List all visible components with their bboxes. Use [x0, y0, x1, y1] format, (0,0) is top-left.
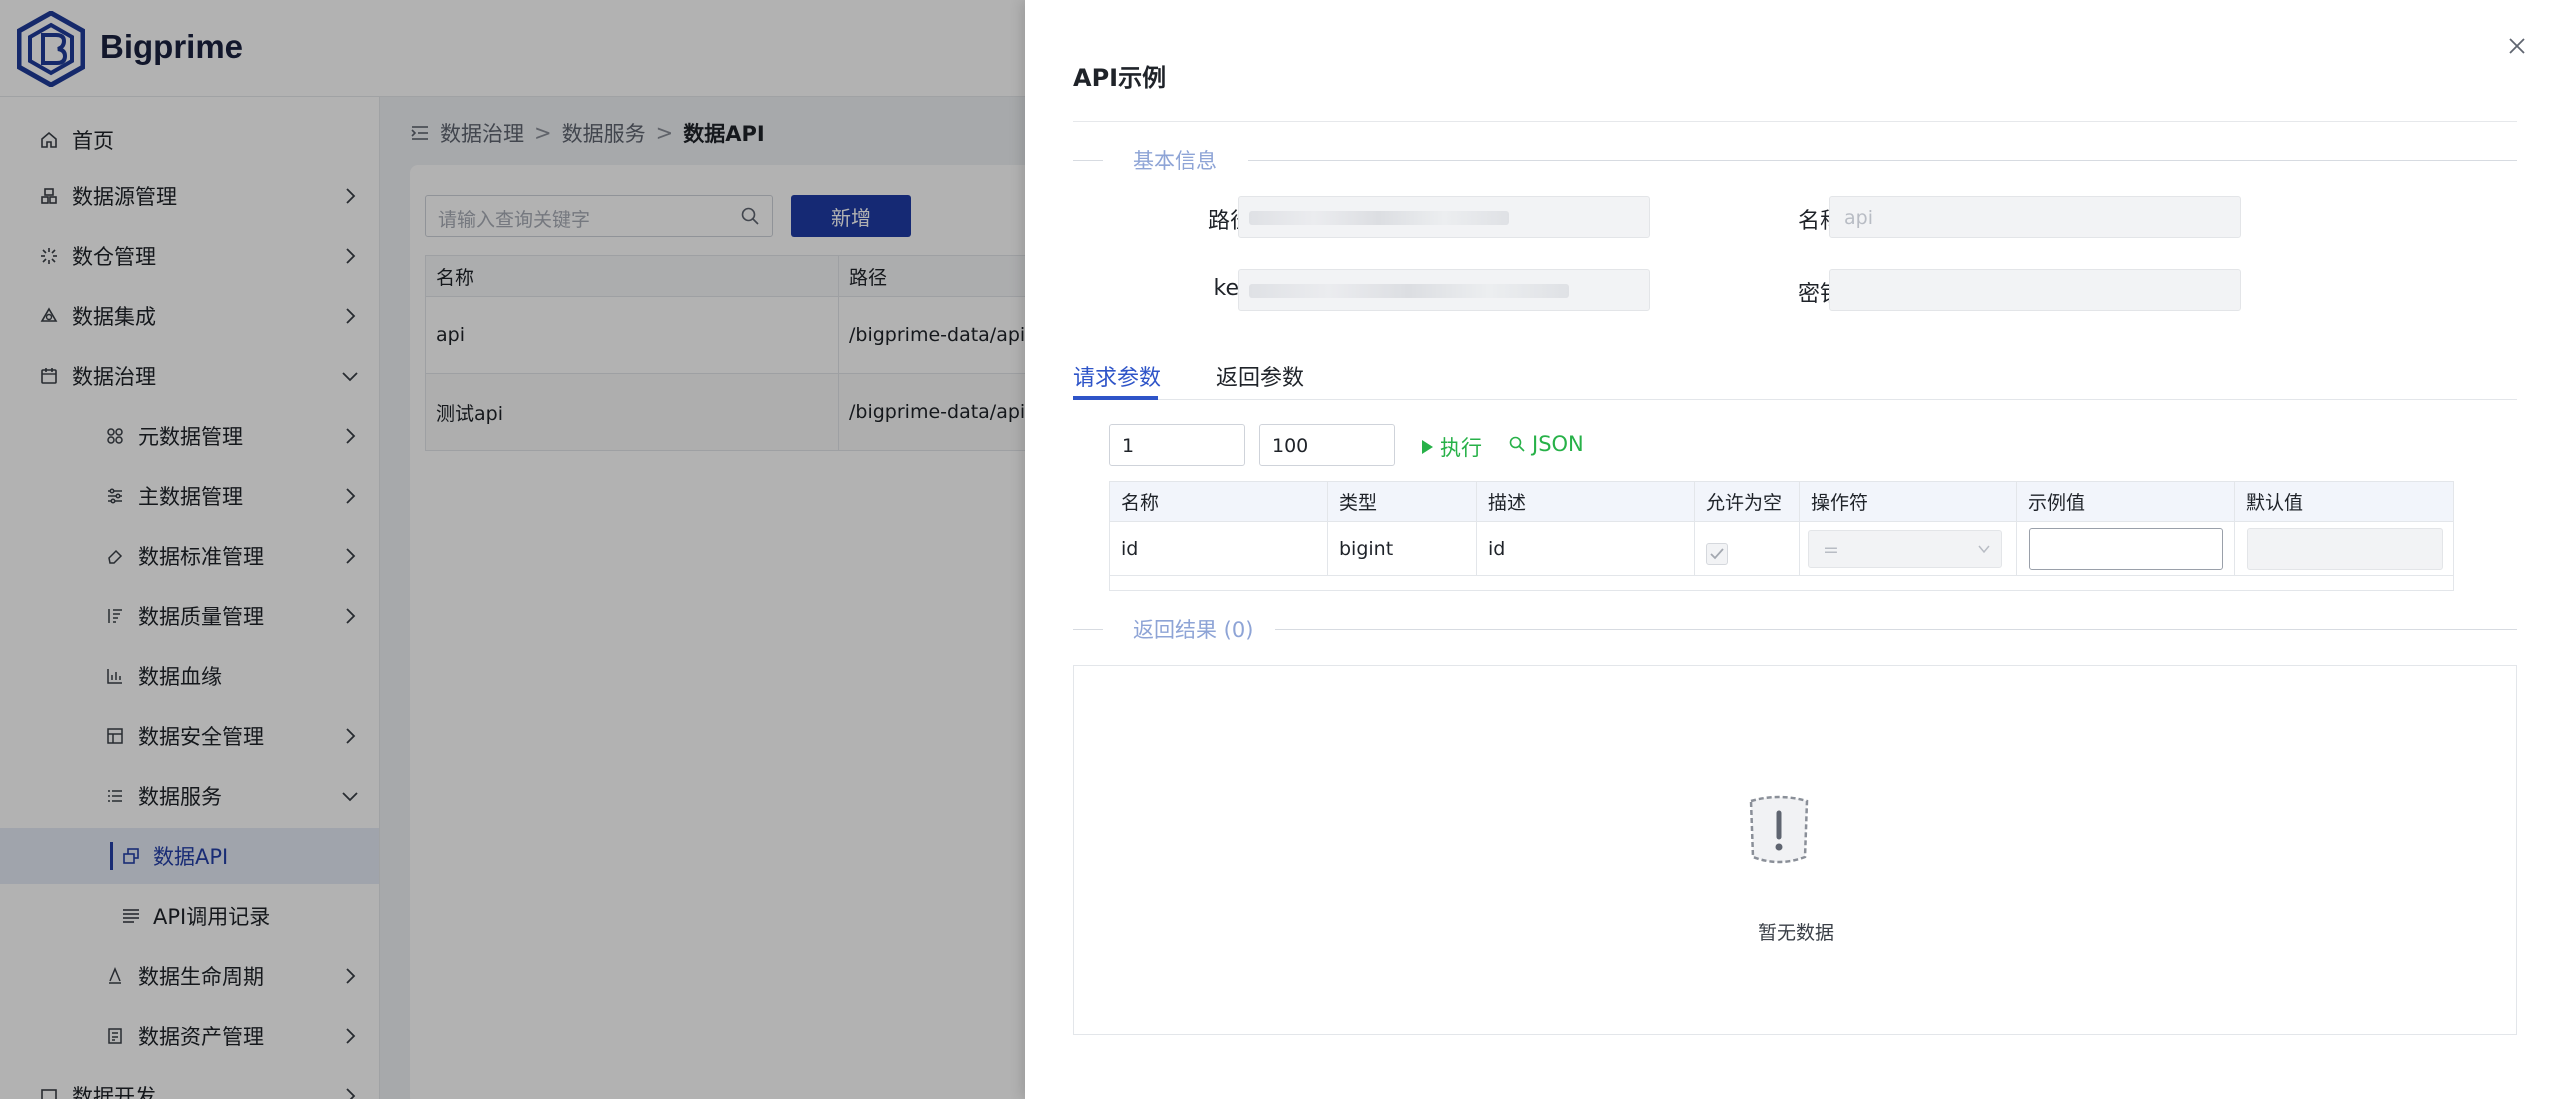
- path-label: 路径: [1207, 209, 1252, 234]
- cell-default: [2235, 522, 2455, 575]
- table-scrollbar[interactable]: [1110, 576, 2453, 590]
- redacted-value: [1249, 284, 1569, 298]
- column-header: 名称: [1110, 482, 1328, 521]
- divider: [1073, 629, 1103, 630]
- run-button[interactable]: 执行: [1420, 432, 1482, 462]
- nullable-checkbox[interactable]: [1706, 542, 1728, 565]
- example-value-input[interactable]: [2029, 528, 2223, 570]
- key-field: [1238, 269, 1650, 311]
- cell-example: [2017, 522, 2235, 575]
- run-label: 执行: [1440, 436, 1482, 460]
- key-label: key: [1213, 276, 1252, 301]
- json-label: JSON: [1532, 432, 1584, 456]
- column-header: 描述: [1477, 482, 1695, 521]
- page-size-input[interactable]: 100: [1259, 424, 1395, 466]
- operator-value: =: [1823, 539, 1839, 561]
- divider: [1073, 160, 1103, 161]
- cell-nullable: [1695, 522, 1800, 575]
- section-basic-info: 基本信息: [1073, 145, 2517, 175]
- chevron-down-icon: [1978, 545, 1990, 554]
- tab-request-params[interactable]: 请求参数: [1073, 360, 1161, 392]
- close-icon[interactable]: [2505, 34, 2529, 58]
- check-icon: [1710, 547, 1724, 559]
- cell-desc: id: [1477, 522, 1695, 575]
- column-header: 允许为空: [1695, 482, 1800, 521]
- section-title: 返回结果 (0): [1133, 618, 1254, 642]
- section-title: 基本信息: [1133, 149, 1217, 173]
- operator-select[interactable]: =: [1808, 530, 2002, 568]
- active-tab-indicator: [1073, 396, 1158, 400]
- column-header: 操作符: [1800, 482, 2017, 521]
- name-field: api: [1829, 196, 2241, 238]
- default-value-input: [2247, 528, 2443, 570]
- page-num-input[interactable]: 1: [1109, 424, 1245, 466]
- tab-response-params[interactable]: 返回参数: [1216, 360, 1304, 392]
- api-example-drawer: API示例 基本信息 路径 名称 api key 密钥 请求参数 返回参数 1 …: [1025, 0, 2556, 1099]
- column-header: 默认值: [2246, 492, 2304, 514]
- section-result: 返回结果 (0): [1073, 614, 2517, 644]
- divider: [1275, 629, 2517, 630]
- table-header: 名称 类型 描述 允许为空 操作符 示例值 默认值: [1110, 482, 2453, 522]
- path-field: [1238, 196, 1650, 238]
- cell-operator: =: [1800, 522, 2017, 575]
- params-tabs: 请求参数 返回参数: [1073, 352, 2517, 400]
- name-value: api: [1844, 207, 1873, 229]
- search-icon: [1509, 436, 1525, 452]
- play-icon: [1422, 440, 1433, 454]
- empty-data-icon: [1749, 795, 1809, 864]
- table-row: id bigint id =: [1110, 522, 2453, 576]
- request-params-table: 名称 类型 描述 允许为空 操作符 示例值 默认值 id bigint id =: [1109, 481, 2454, 591]
- divider: [1248, 160, 2517, 161]
- cell-name: id: [1110, 522, 1328, 575]
- result-panel: 暂无数据: [1073, 665, 2517, 1035]
- json-button[interactable]: JSON: [1508, 432, 1584, 456]
- secret-label: 密钥: [1797, 282, 1842, 307]
- drawer-title: API示例: [1073, 64, 1167, 92]
- empty-text: 暂无数据: [1757, 922, 1834, 944]
- redacted-value: [1249, 211, 1509, 225]
- name-label: 名称: [1797, 209, 1842, 234]
- secret-field: [1829, 269, 2241, 311]
- cell-type: bigint: [1328, 522, 1477, 575]
- column-header: 示例值: [2017, 482, 2235, 521]
- column-header: 类型: [1328, 482, 1477, 521]
- divider: [1073, 121, 2517, 122]
